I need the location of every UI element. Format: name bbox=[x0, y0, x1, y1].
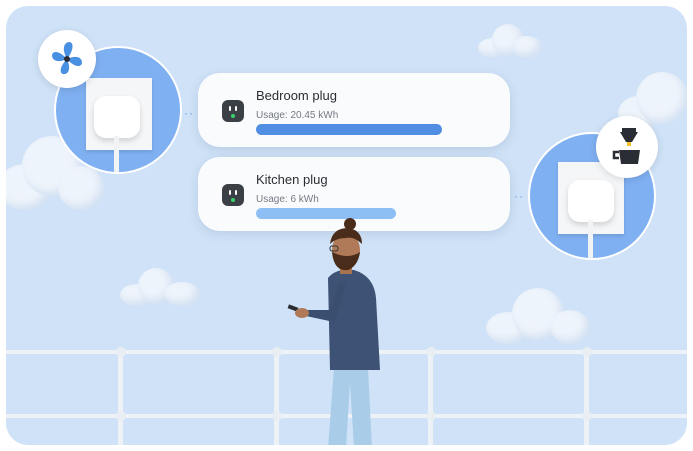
usage-bar bbox=[256, 124, 442, 135]
cloud-bottom-right bbox=[486, 288, 592, 344]
cloud-center bbox=[120, 268, 202, 306]
bedroom-plug-card[interactable]: Bedroom plug Usage: 20.45 kWh bbox=[198, 73, 510, 147]
railing-post bbox=[584, 350, 589, 445]
railing-post bbox=[118, 350, 123, 445]
person-illustration bbox=[287, 218, 380, 445]
fan-icon-bubble bbox=[38, 30, 96, 88]
plug-usage: Usage: 20.45 kWh bbox=[256, 110, 339, 121]
railing-post bbox=[428, 350, 433, 445]
smart-plug-scene: ·· ·· Bedroom plug Usage: 20.45 kWh Kitc… bbox=[6, 6, 687, 445]
smart-plug-icon bbox=[222, 100, 244, 122]
plug-usage: Usage: 6 kWh bbox=[256, 194, 319, 205]
connector-dots-right: ·· bbox=[514, 189, 524, 203]
connector-dots-left: ·· bbox=[184, 106, 194, 120]
coffee-maker-icon bbox=[612, 128, 640, 164]
smart-plug-icon bbox=[222, 184, 244, 206]
fan-icon bbox=[52, 42, 82, 75]
plug-name: Kitchen plug bbox=[256, 172, 328, 187]
plug-name: Bedroom plug bbox=[256, 88, 337, 103]
cloud-top bbox=[478, 24, 542, 58]
coffee-maker-icon-bubble bbox=[596, 116, 658, 178]
